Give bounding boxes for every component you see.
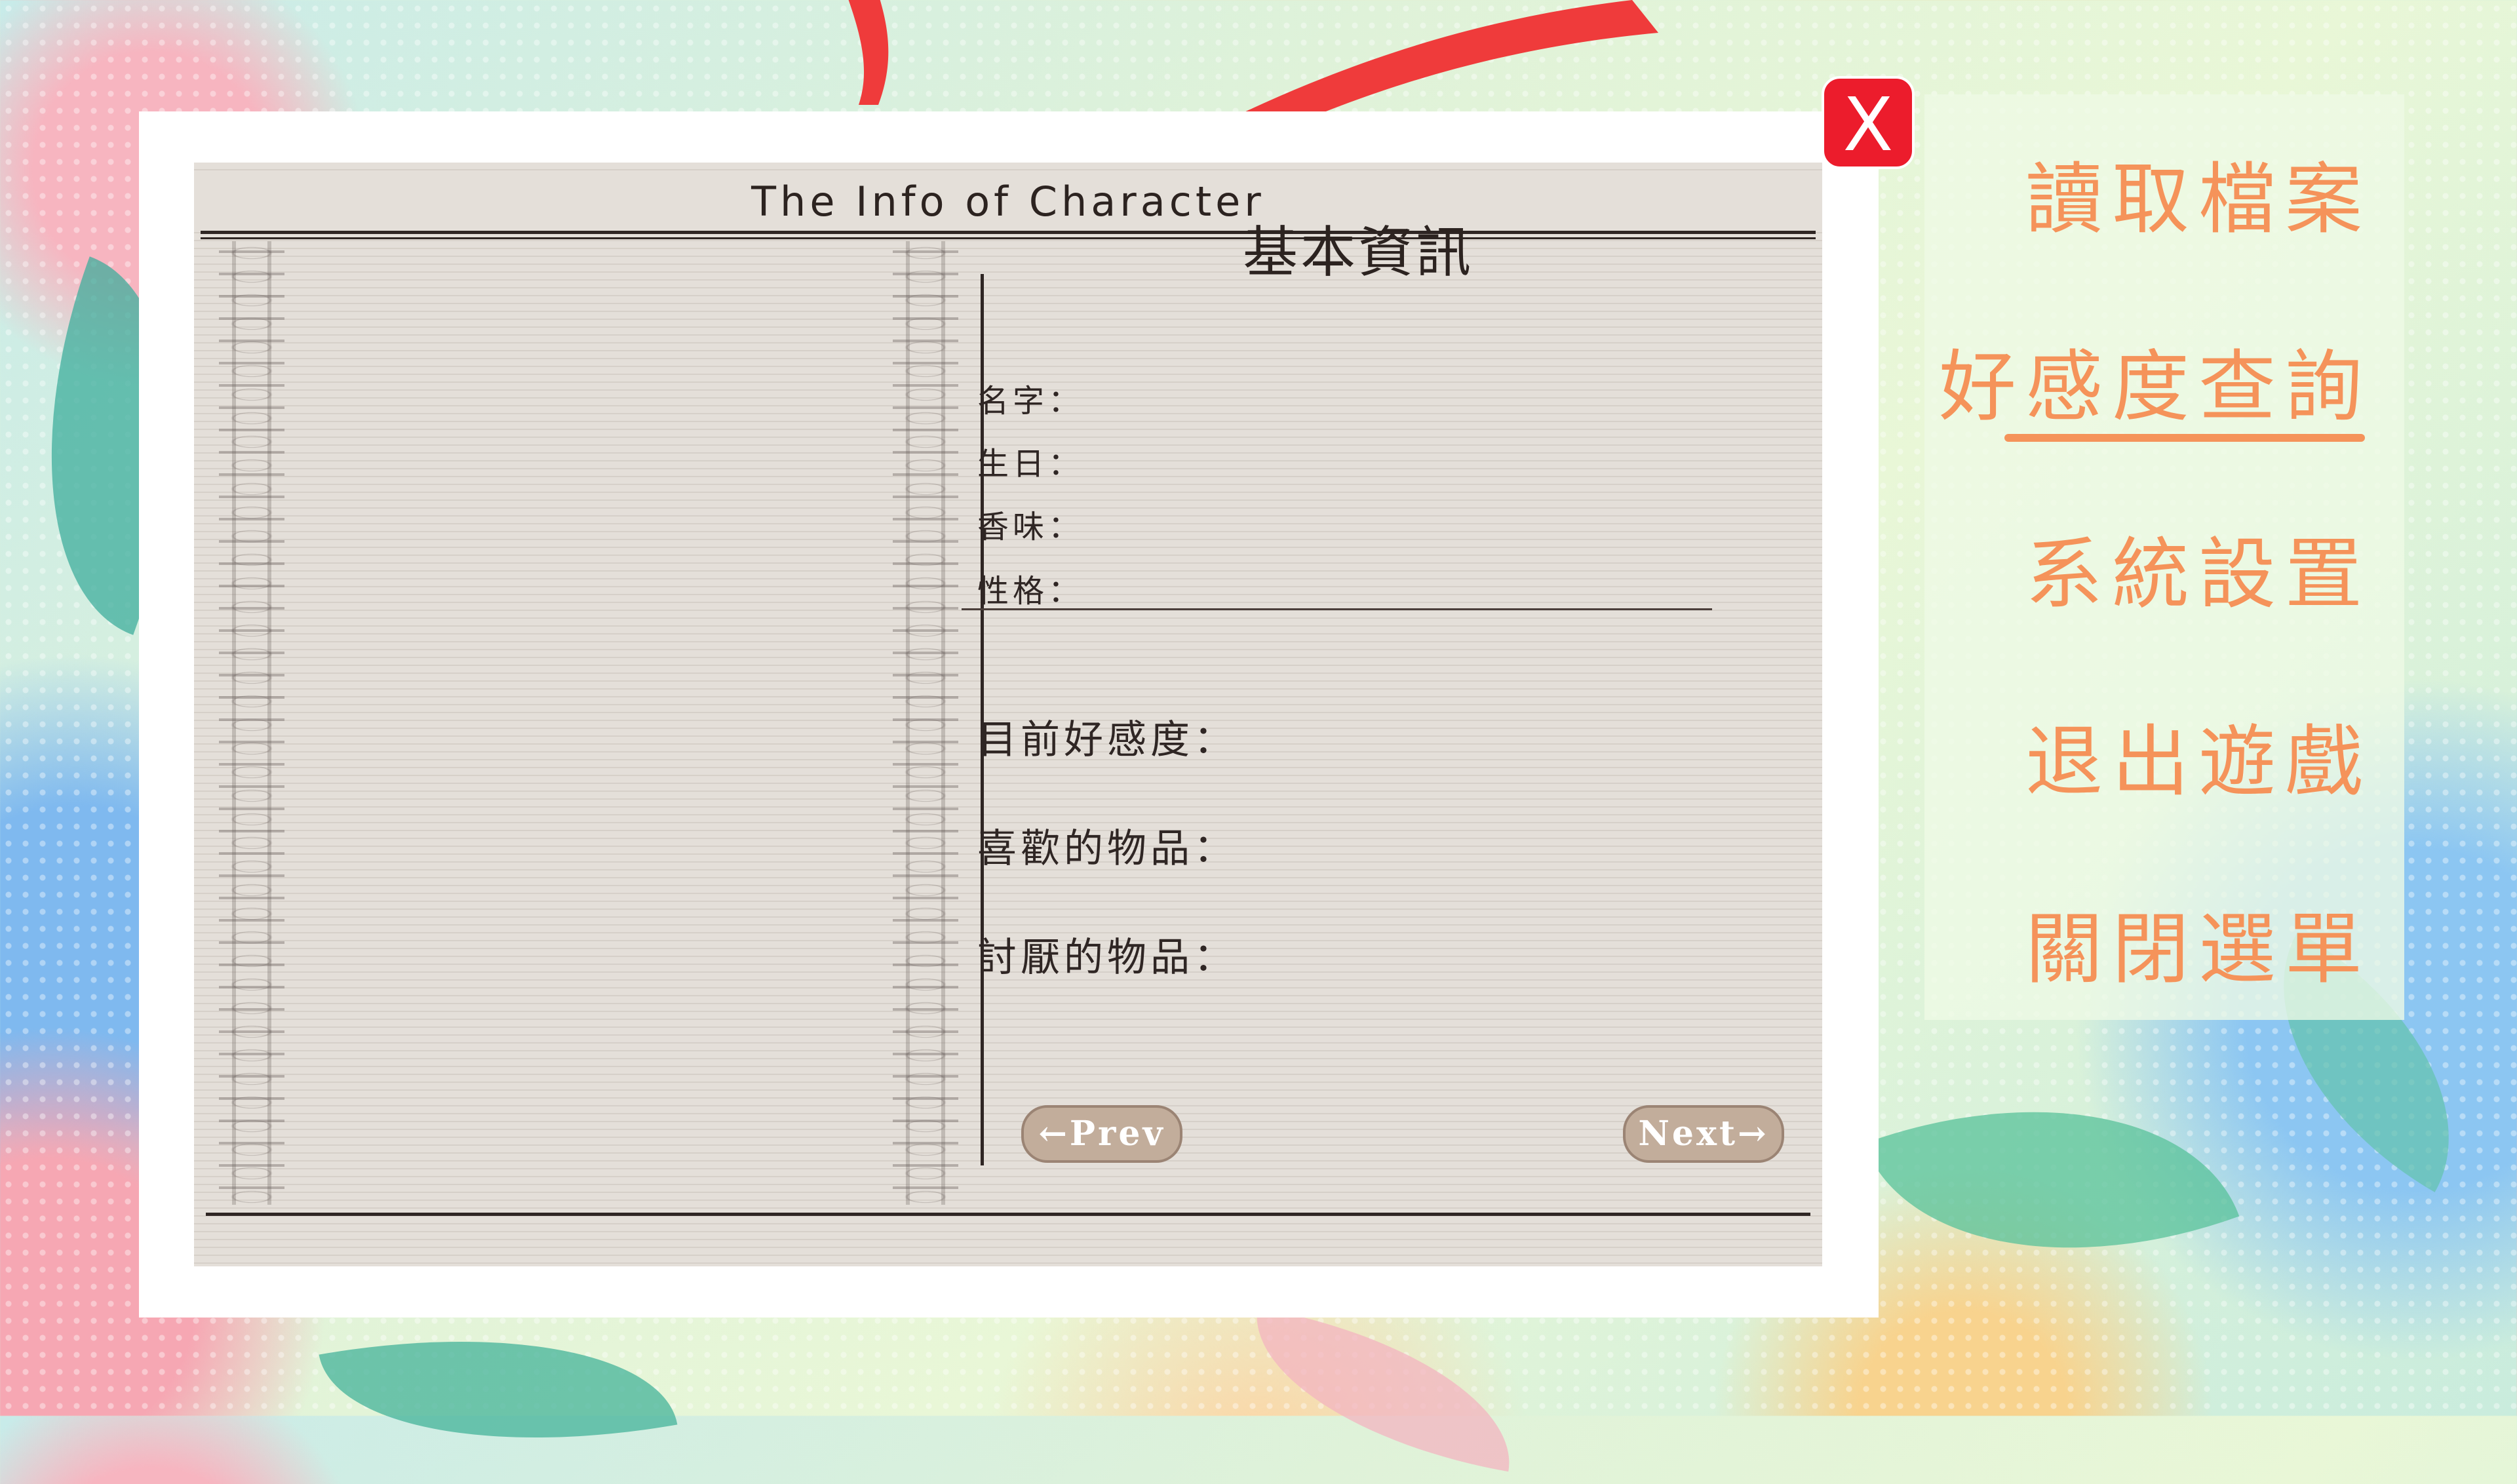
- stat-affection: 目前好感度：: [977, 717, 1237, 763]
- menu-item-load[interactable]: 讀取檔案: [2025, 136, 2371, 248]
- close-button[interactable]: X: [1822, 76, 1915, 169]
- section-divider: [962, 608, 1712, 610]
- field-birthday: 生日：: [977, 446, 1084, 482]
- bottom-rule: [206, 1213, 1810, 1216]
- spiral-rings-left: [219, 241, 284, 1205]
- menu-item-quit[interactable]: 退出遊戲: [2025, 699, 2371, 811]
- stat-liked-items: 喜歡的物品：: [977, 826, 1237, 872]
- side-menu: 讀取檔案 好感度查詢 系統設置 退出遊戲 關閉選單: [1924, 94, 2404, 1020]
- menu-item-affection[interactable]: 好感度查詢: [1939, 324, 2371, 436]
- section-title: 基本資訊: [1242, 220, 1473, 284]
- spiral-rings-right: [893, 241, 958, 1205]
- field-scent: 香味：: [977, 509, 1084, 545]
- menu-item-settings[interactable]: 系統設置: [2025, 511, 2371, 623]
- next-button[interactable]: Next→: [1623, 1105, 1784, 1163]
- character-info-panel: The Info of Character 基本資訊 名字： 生日： 香味： 性…: [139, 111, 1879, 1318]
- menu-item-close-menu[interactable]: 關閉選單: [2025, 886, 2371, 998]
- active-underline: [2004, 434, 2365, 442]
- prev-button[interactable]: ←Prev: [1021, 1105, 1182, 1163]
- field-name: 名字：: [977, 383, 1084, 420]
- field-personality: 性格：: [977, 573, 1084, 610]
- stat-disliked-items: 討厭的物品：: [977, 935, 1237, 981]
